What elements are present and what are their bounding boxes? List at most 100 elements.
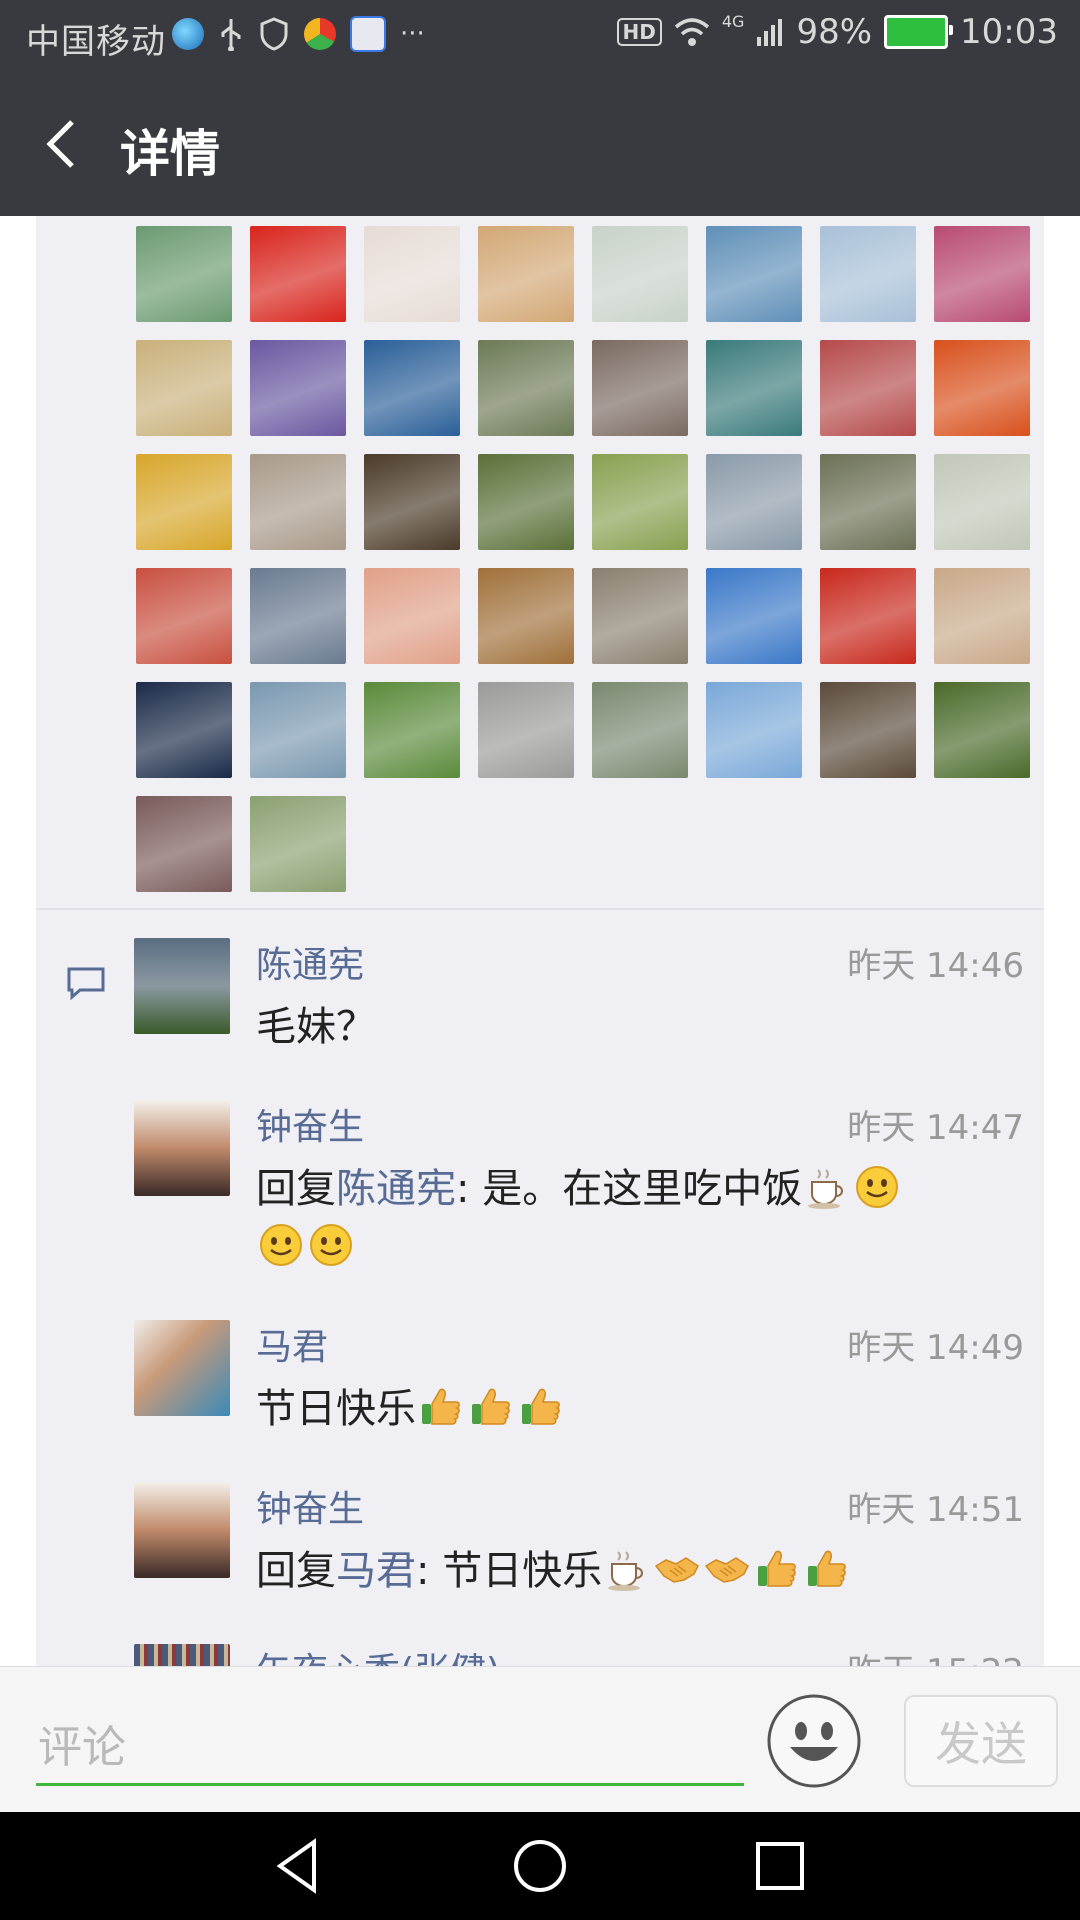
comment-body: : 是。在这里吃中饭 xyxy=(456,1166,803,1212)
liker-avatar[interactable] xyxy=(592,454,688,550)
reply-to-name[interactable]: 马君 xyxy=(336,1548,416,1594)
avatar[interactable] xyxy=(134,1320,230,1416)
liker-avatar[interactable] xyxy=(706,454,802,550)
liker-avatar[interactable] xyxy=(364,226,460,322)
liker-avatar[interactable] xyxy=(136,340,232,436)
reply-to-name[interactable]: 陈通宪 xyxy=(336,1166,456,1212)
liker-avatar[interactable] xyxy=(820,454,916,550)
thumbs-up-emoji xyxy=(516,1386,566,1432)
wifi-icon xyxy=(674,18,710,46)
smile-emoji xyxy=(256,1224,306,1270)
coffee-emoji xyxy=(602,1548,652,1594)
comment-time: 昨天 14:47 xyxy=(847,1108,1024,1148)
liker-avatar[interactable] xyxy=(136,682,232,778)
battery-icon xyxy=(884,15,954,49)
thumbs-up-emoji xyxy=(466,1386,516,1432)
comment-body: : 节日快乐 xyxy=(416,1548,603,1594)
likes-avatar-grid xyxy=(136,226,1044,892)
liker-avatar[interactable] xyxy=(592,226,688,322)
comment-text: 回复马君: 节日快乐 xyxy=(256,1542,1006,1600)
liker-avatar[interactable] xyxy=(706,682,802,778)
liker-avatar[interactable] xyxy=(592,682,688,778)
comment-input-bar: 发送 xyxy=(0,1666,1080,1813)
liker-avatar[interactable] xyxy=(364,682,460,778)
globe-icon xyxy=(172,18,204,50)
liker-avatar[interactable] xyxy=(820,568,916,664)
liker-avatar[interactable] xyxy=(478,226,574,322)
liker-avatar[interactable] xyxy=(250,226,346,322)
commenter-name[interactable]: 钟奋生 xyxy=(256,1480,364,1532)
liker-avatar[interactable] xyxy=(250,568,346,664)
liker-avatar[interactable] xyxy=(934,568,1030,664)
liker-avatar[interactable] xyxy=(934,682,1030,778)
avatar[interactable] xyxy=(134,1644,230,1666)
comment-input[interactable] xyxy=(36,1711,744,1786)
avatar[interactable] xyxy=(134,1482,230,1578)
divider xyxy=(36,908,1044,910)
commenter-name[interactable]: 钟奋生 xyxy=(256,1098,364,1150)
emoji-button[interactable] xyxy=(766,1693,862,1789)
comment-time: 昨天 14:49 xyxy=(847,1328,1024,1368)
liker-avatar[interactable] xyxy=(592,568,688,664)
liker-avatar[interactable] xyxy=(364,454,460,550)
back-triangle-icon[interactable] xyxy=(268,1834,332,1898)
liker-avatar[interactable] xyxy=(250,796,346,892)
home-circle-icon[interactable] xyxy=(508,1834,572,1898)
liker-avatar[interactable] xyxy=(478,568,574,664)
avatar[interactable] xyxy=(134,1100,230,1196)
liker-avatar[interactable] xyxy=(934,226,1030,322)
comment-time: 昨天 14:51 xyxy=(847,1490,1024,1530)
baidu-icon xyxy=(350,16,386,52)
system-nav-bar xyxy=(0,1812,1080,1920)
liker-avatar[interactable] xyxy=(250,454,346,550)
liker-avatar[interactable] xyxy=(934,340,1030,436)
comment-time: 昨天 14:46 xyxy=(847,946,1024,986)
commenter-name[interactable]: 陈通宪 xyxy=(256,936,364,988)
thumbs-up-emoji xyxy=(416,1386,466,1432)
liker-avatar[interactable] xyxy=(478,454,574,550)
detail-panel: 陈通宪 昨天 14:46 毛妹？ 钟奋生 昨天 14:47 回复陈通宪: 是。在… xyxy=(36,216,1044,1666)
handshake-emoji xyxy=(652,1548,702,1594)
liker-avatar[interactable] xyxy=(136,226,232,322)
liker-avatar[interactable] xyxy=(136,796,232,892)
hd-badge: HD xyxy=(616,18,662,46)
recents-square-icon[interactable] xyxy=(748,1834,812,1898)
send-button[interactable]: 发送 xyxy=(904,1695,1058,1787)
comment-icon xyxy=(67,967,105,1000)
comment-text: 毛妹？ xyxy=(256,998,1006,1056)
liker-avatar[interactable] xyxy=(364,568,460,664)
liker-avatar[interactable] xyxy=(478,340,574,436)
comment-body: 节日快乐 xyxy=(256,1386,416,1432)
more-notifications: ··· xyxy=(400,19,425,49)
network-type: 4G xyxy=(721,12,745,31)
status-bar: 中国移动 ··· HD 4G 98% 10:03 xyxy=(0,0,1080,72)
reply-prefix: 回复 xyxy=(256,1548,336,1594)
avatar[interactable] xyxy=(134,938,230,1034)
liker-avatar[interactable] xyxy=(478,682,574,778)
liker-avatar[interactable] xyxy=(136,568,232,664)
commenter-name[interactable]: 午夜心香(张健) xyxy=(256,1642,500,1666)
app-icon xyxy=(304,18,336,50)
thumbs-up-emoji xyxy=(802,1548,852,1594)
liker-avatar[interactable] xyxy=(820,682,916,778)
comment-text: 回复陈通宪: 是。在这里吃中饭 xyxy=(256,1160,1006,1276)
comment-time: 昨天 15:22 xyxy=(847,1644,1024,1666)
commenter-name[interactable]: 马君 xyxy=(256,1318,328,1370)
reply-prefix: 回复 xyxy=(256,1166,336,1212)
comment-text: 节日快乐 xyxy=(256,1380,1006,1438)
title-bar: 详情 xyxy=(0,72,1080,216)
liker-avatar[interactable] xyxy=(706,226,802,322)
liker-avatar[interactable] xyxy=(934,454,1030,550)
liker-avatar[interactable] xyxy=(706,568,802,664)
liker-avatar[interactable] xyxy=(820,226,916,322)
liker-avatar[interactable] xyxy=(592,340,688,436)
liker-avatar[interactable] xyxy=(820,340,916,436)
liker-avatar[interactable] xyxy=(250,682,346,778)
liker-avatar[interactable] xyxy=(364,340,460,436)
liker-avatar[interactable] xyxy=(250,340,346,436)
liker-avatar[interactable] xyxy=(706,340,802,436)
back-arrow-icon[interactable] xyxy=(40,116,90,172)
smile-emoji xyxy=(852,1166,902,1212)
battery-percent: 98% xyxy=(796,12,873,52)
liker-avatar[interactable] xyxy=(136,454,232,550)
